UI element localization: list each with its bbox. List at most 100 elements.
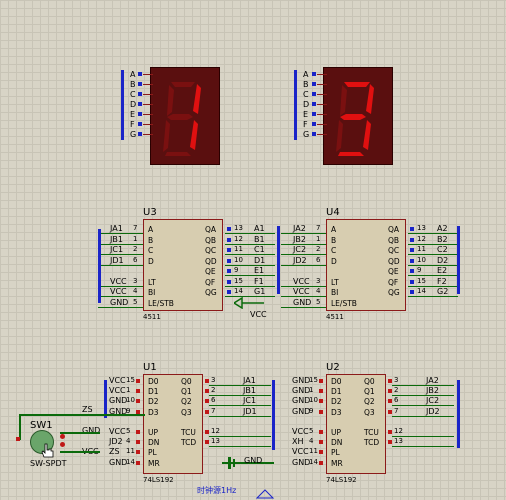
u3-rdot-6 [227,290,231,294]
u2-rpin-0: Q0 [364,377,375,386]
u3-rnet-4: E1 [254,266,265,275]
u1-rpin-3: Q3 [181,407,192,417]
u4-rpin-3: QD [388,256,400,266]
u4-lnet-2: JC2 [293,245,307,254]
u3-rnum-3: 10 [234,255,243,264]
u4-lnet-6: GND [293,297,312,307]
u3-rnum-6: 14 [234,287,243,295]
u3-lpin-5: BI [148,288,156,297]
u2-lnet-7: GND [292,457,311,467]
seven-segment-display-1[interactable] [150,67,220,165]
u3-rnum-1: 12 [234,234,243,243]
u2-rdot-2 [388,399,392,404]
u2-lpin-1: D1 [331,387,342,397]
u3-rnum-5: 15 [234,276,243,285]
u4-right-bus [457,226,460,294]
u4-rnet-5: F2 [437,276,447,286]
u1-rstub-0 [209,385,271,386]
u1-rnum-1: 2 [211,386,216,395]
u4-rnet-3: D2 [437,255,449,265]
u4-lnum-0: 7 [316,224,321,232]
u1-rdot-3 [205,409,209,414]
u1-lnum-6: 11 [126,447,135,456]
u1-rstub-5 [209,446,271,448]
u1-lnet-1: VCC [109,386,126,396]
u1-ldot-0 [136,379,140,383]
u2-part-label: 74LS192 [326,476,357,484]
u4-rnum-1: 12 [417,234,426,243]
u3-lnet-0: JA1 [110,224,123,233]
display-2-segments [336,82,374,156]
u1-rpin-2: Q2 [181,397,192,407]
u3-rstub-1 [225,243,275,245]
u4-lpin-5: BI [331,288,339,297]
u4-lnum-2: 2 [316,245,321,253]
u3-rstub-5 [225,285,275,287]
u3-rnum-2: 11 [234,245,243,253]
u2-rstub-0 [392,385,454,386]
u1-rpin-0: Q0 [181,377,192,386]
gnd-net-label: GND [244,456,263,465]
u1-rnum-4: 12 [211,427,220,435]
u2-rdot-0 [388,379,392,383]
display2-pin-stub-G [317,134,327,135]
display2-pin-dot-D [312,102,316,106]
display2-pin-label-F: F [303,120,308,129]
u4-lnum-6: 5 [316,297,321,306]
u2-lnet-6: VCC [292,447,309,457]
u3-rnet-0: A1 [254,224,265,233]
u1-lpin-4: UP [148,428,159,437]
vcc-terminal-label: VCC [250,310,267,319]
u4-lpin-4: LT [331,277,339,287]
display2-pin-stub-F [317,124,327,125]
u4-rstub-6 [408,296,458,297]
u3-lnum-2: 2 [133,245,138,253]
u1-rpin-4: TCU [181,428,196,437]
u2-rstub-3 [392,415,454,417]
u2-lnet-1: GND [292,386,311,396]
u2-rpin-1: Q1 [364,387,375,397]
u4-rpin-6: QG [388,288,400,297]
sw1-wire-gnd [60,432,100,434]
u2-rnet-3: JD2 [426,406,440,416]
u2-ref-label: U2 [326,362,340,373]
u4-lpin-3: D [331,256,337,266]
u3-rpin-1: QB [205,235,217,245]
u1-rdot-0 [205,379,209,383]
display1-pin-stub-E [143,114,153,115]
display1-pin-dot-A [138,72,142,76]
u2-lnum-4: 5 [309,427,314,435]
display1-pin-label-B: B [130,80,136,89]
u1-right-bus [272,380,275,450]
u2-lpin-2: D2 [331,397,342,407]
display1-pin-dot-D [138,102,142,106]
u1-rnet-1: JB1 [243,386,256,396]
u2-rstub-5 [392,446,454,448]
u3-lnum-5: 4 [133,287,138,295]
u4-rdot-4 [410,269,414,273]
u3-lstub-6 [98,306,143,308]
u3-rstub-2 [225,254,275,255]
u4-rnum-3: 10 [417,255,426,264]
u2-rpin-4: TCU [364,428,379,437]
display-1-pin-bus [121,70,124,140]
u1-lpin-3: D3 [148,407,159,417]
seven-segment-display-2[interactable] [323,67,393,165]
u1-lnum-1: 1 [126,386,131,395]
u1-rnet-2: JC1 [243,396,257,406]
display1-pin-label-D: D [130,100,137,109]
display1-pin-stub-G [143,134,153,135]
u4-rnet-6: G2 [437,287,449,296]
u1-ldot-1 [136,389,140,394]
u4-lpin-0: A [331,225,337,234]
u3-rdot-0 [227,227,231,231]
u2-rpin-3: Q3 [364,407,375,417]
u1-ldot-2 [136,399,140,404]
u2-rdot-4 [388,430,392,434]
u2-rstub-1 [392,395,454,397]
u2-rnet-0: JA2 [426,376,439,385]
u1-lnet-5: JD2 [109,437,123,447]
u1-rstub-3 [209,415,271,417]
schematic-canvas[interactable]: ABCDEFG ABCDEFG U3 4511 A 7 JA1 B 1 JB1 C 2 JC1 D… [0,0,506,500]
u3-lnum-3: 6 [133,255,138,264]
